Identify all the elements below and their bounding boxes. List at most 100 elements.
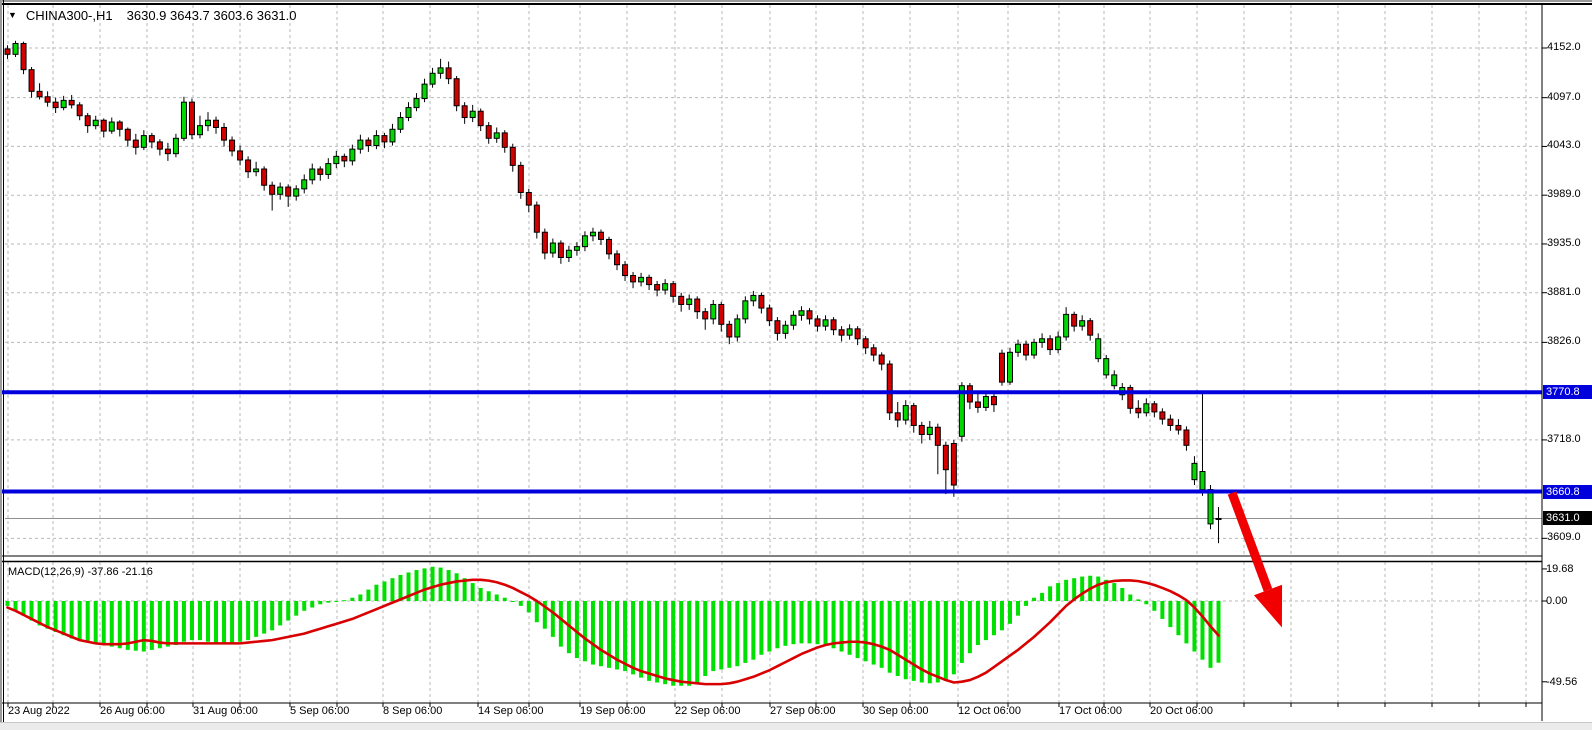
time-axis-label: 17 Oct 06:00 (1059, 705, 1122, 717)
candle-bull (1200, 472, 1205, 490)
macd-histogram-bar (286, 601, 290, 621)
macd-histogram-bar (246, 601, 250, 640)
candle-bear (526, 192, 531, 205)
candle-bear (935, 427, 940, 445)
macd-histogram-bar (1040, 593, 1044, 601)
candle-bull (254, 169, 259, 172)
macd-histogram-bar (944, 601, 948, 681)
macd-histogram-bar (880, 601, 884, 668)
candle-bear (77, 105, 82, 116)
candle-bull (302, 180, 307, 189)
macd-histogram-bar (767, 601, 771, 652)
macd-histogram-bar (142, 601, 146, 652)
candle-bull (566, 250, 571, 257)
time-axis-label: 20 Oct 06:00 (1150, 705, 1213, 717)
candle-bear (1176, 425, 1181, 430)
candle-bull (294, 189, 299, 196)
macd-histogram-bar (1128, 594, 1132, 601)
candle-bear (230, 140, 235, 151)
candle-bear (807, 311, 812, 319)
collapse-chart-icon[interactable]: ▼ (8, 10, 17, 20)
candle-bear (1152, 404, 1157, 412)
candle-bull (398, 118, 403, 130)
macd-histogram-bar (1176, 601, 1180, 635)
macd-histogram-bar (1209, 601, 1213, 668)
time-axis-label: 27 Sep 06:00 (770, 705, 835, 717)
candle-bull (206, 120, 211, 125)
macd-histogram-bar (591, 601, 595, 665)
macd-histogram-bar (78, 601, 82, 640)
macd-histogram-bar (832, 601, 836, 648)
sell-arrow-shaft[interactable] (1232, 493, 1268, 590)
macd-histogram-bar (1152, 601, 1156, 611)
candle-bear (815, 319, 820, 326)
macd-histogram-bar (751, 601, 755, 660)
candle-bear (478, 111, 483, 125)
candle-bull (783, 325, 788, 333)
candle-bull (470, 111, 475, 117)
macd-histogram-bar (278, 601, 282, 625)
macd-histogram-bar (1056, 583, 1060, 601)
macd-histogram-bar (1120, 588, 1124, 601)
price-axis-label: 3718.0 (1547, 434, 1581, 445)
candle-bull (1040, 339, 1045, 343)
candle-bull (310, 169, 315, 180)
time-axis-label: 19 Sep 06:00 (580, 705, 645, 717)
candle-bear (943, 445, 948, 469)
macd-histogram-bar (888, 601, 892, 673)
macd-histogram-bar (968, 601, 972, 653)
candle-bull (406, 108, 411, 118)
macd-histogram-bar (471, 583, 475, 601)
chart-title-bar: ▼CHINA300-,H13630.9 3643.7 3603.6 3631.0 (8, 6, 297, 24)
window-border-top (0, 0, 1592, 2)
macd-histogram-bar (912, 601, 916, 681)
candle-bull (422, 84, 427, 98)
macd-histogram-bar (928, 601, 932, 683)
candle-bull (983, 397, 988, 408)
candle-bull (590, 232, 595, 236)
candle-bull (847, 329, 852, 335)
candle-bull (751, 295, 756, 300)
candle-bear (911, 406, 916, 426)
candle-bear (542, 232, 547, 253)
candle-bear (647, 277, 652, 284)
macd-histogram-bar (816, 601, 820, 644)
sell-arrow-head[interactable] (1254, 585, 1282, 628)
candle-bear (879, 355, 884, 364)
price-axis-label: 4152.0 (1547, 42, 1581, 53)
macd-histogram-bar (679, 601, 683, 686)
current-price-tag: 3631.0 (1543, 511, 1592, 525)
macd-histogram-bar (110, 601, 114, 647)
candle-bull (278, 187, 283, 194)
macd-histogram-bar (775, 601, 779, 648)
candle-bull (197, 126, 202, 135)
time-axis-label: 31 Aug 06:00 (193, 705, 258, 717)
macd-histogram-bar (214, 601, 218, 643)
macd-histogram-bar (631, 601, 635, 674)
macd-histogram-bar (447, 570, 451, 601)
candle-bear (29, 70, 34, 92)
macd-histogram-bar (1008, 601, 1012, 624)
macd-histogram-bar (1024, 601, 1028, 606)
candle-bear (5, 49, 10, 54)
macd-histogram-bar (495, 594, 499, 601)
macd-histogram-bar (984, 601, 988, 640)
candle-bull (743, 301, 748, 319)
macd-histogram-bar (326, 601, 330, 603)
macd-axis-label: 19.68 (1546, 564, 1574, 575)
macd-histogram-bar (46, 601, 50, 629)
candle-bear (262, 169, 267, 185)
time-axis-label: 22 Sep 06:00 (675, 705, 740, 717)
candle-bear (446, 68, 451, 79)
candle-bear (101, 120, 106, 131)
candle-bull (1192, 463, 1197, 479)
price-axis-label: 4043.0 (1547, 140, 1581, 151)
candle-bear (246, 160, 251, 172)
macd-histogram-bar (872, 601, 876, 665)
price-chart-canvas[interactable] (0, 0, 1592, 730)
macd-histogram-bar (1096, 577, 1100, 601)
macd-histogram-bar (695, 601, 699, 684)
candle-bear (775, 321, 780, 334)
macd-histogram-bar (198, 601, 202, 640)
macd-histogram-bar (1064, 580, 1068, 601)
